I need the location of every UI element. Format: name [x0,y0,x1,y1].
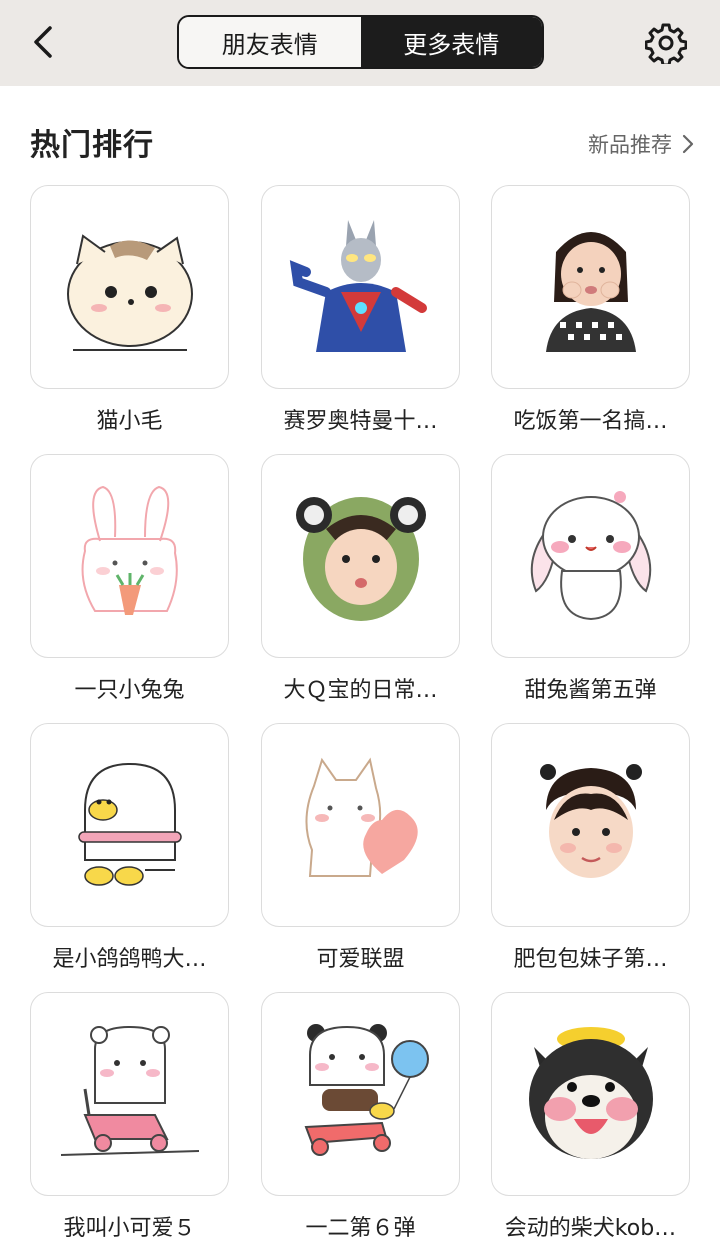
sticker-card[interactable] [30,723,229,927]
sticker-item[interactable]: 甜兔酱第五弹 [491,454,690,704]
bunny-carrot-sticker-icon [81,485,178,615]
heart-cat-sticker-icon [304,757,418,877]
sticker-name: 甜兔酱第五弹 [524,678,657,703]
sticker-card[interactable] [491,723,690,927]
sticker-item[interactable]: 吃饭第一名搞… [491,185,690,435]
sticker-item[interactable]: 一二第６弹 [261,992,460,1242]
pigtail-girl-sticker-icon [539,764,642,878]
sticker-card[interactable] [30,185,229,389]
sweet-bunny-sticker-icon [530,491,651,621]
sticker-card[interactable] [491,454,690,658]
panda-scooter-sticker-icon [304,1024,429,1156]
tab-more-stickers[interactable]: 更多表情 [360,17,542,67]
chevron-right-icon [682,134,694,154]
sticker-card[interactable] [261,185,460,389]
new-arrivals-link[interactable]: 新品推荐 [588,129,694,159]
sticker-name: 大Ｑ宝的日常… [283,678,438,703]
top-bar: 朋友表情 更多表情 [0,0,720,86]
girl-sticker-icon [545,232,636,352]
back-arrow-icon[interactable] [26,22,60,62]
sticker-card[interactable] [261,992,460,1196]
sticker-card[interactable] [261,454,460,658]
sticker-card[interactable] [30,992,229,1196]
sticker-item[interactable]: 一只小兔兔 [30,454,229,704]
shiba-dog-sticker-icon [528,1027,653,1159]
sticker-item[interactable]: 猫小毛 [30,185,229,435]
sticker-name: 一二第６弹 [305,1216,416,1241]
sticker-item[interactable]: 可爱联盟 [261,723,460,973]
gear-icon[interactable] [645,22,687,64]
duck-sticker-icon [77,762,182,886]
sticker-name: 猫小毛 [96,409,163,434]
sticker-item[interactable]: 大Ｑ宝的日常… [261,454,460,704]
sticker-name: 可爱联盟 [316,947,405,972]
sticker-name: 肥包包妹子第… [513,947,668,972]
sticker-item[interactable]: 我叫小可爱５ [30,992,229,1242]
cat-sticker-icon [66,234,193,351]
sticker-item[interactable]: 是小鸽鸽鸭大… [30,723,229,973]
tab-friends-stickers[interactable]: 朋友表情 [179,17,361,67]
sticker-name: 赛罗奥特曼十… [283,409,438,434]
sticker-name: 一只小兔兔 [74,678,185,703]
sticker-card[interactable] [491,185,690,389]
sticker-card[interactable] [261,723,460,927]
sticker-name: 吃饭第一名搞… [513,409,668,434]
section-title: 热门排行 [30,128,154,163]
sticker-name: 是小鸽鸽鸭大… [52,947,207,972]
new-arrivals-label: 新品推荐 [588,133,672,157]
sticker-item[interactable]: 赛罗奥特曼十… [261,185,460,435]
sticker-item[interactable]: 肥包包妹子第… [491,723,690,973]
bear-scooter-sticker-icon [60,1025,199,1156]
baby-frog-hat-sticker-icon [295,497,426,621]
sticker-tab-switcher: 朋友表情 更多表情 [177,15,544,69]
sticker-item[interactable]: 会动的柴犬kob… [491,992,690,1242]
ultraman-sticker-icon [289,220,427,352]
sticker-name: 会动的柴犬kob… [504,1216,677,1241]
sticker-card[interactable] [30,454,229,658]
sticker-card[interactable] [491,992,690,1196]
sticker-name: 我叫小可爱５ [63,1216,196,1241]
